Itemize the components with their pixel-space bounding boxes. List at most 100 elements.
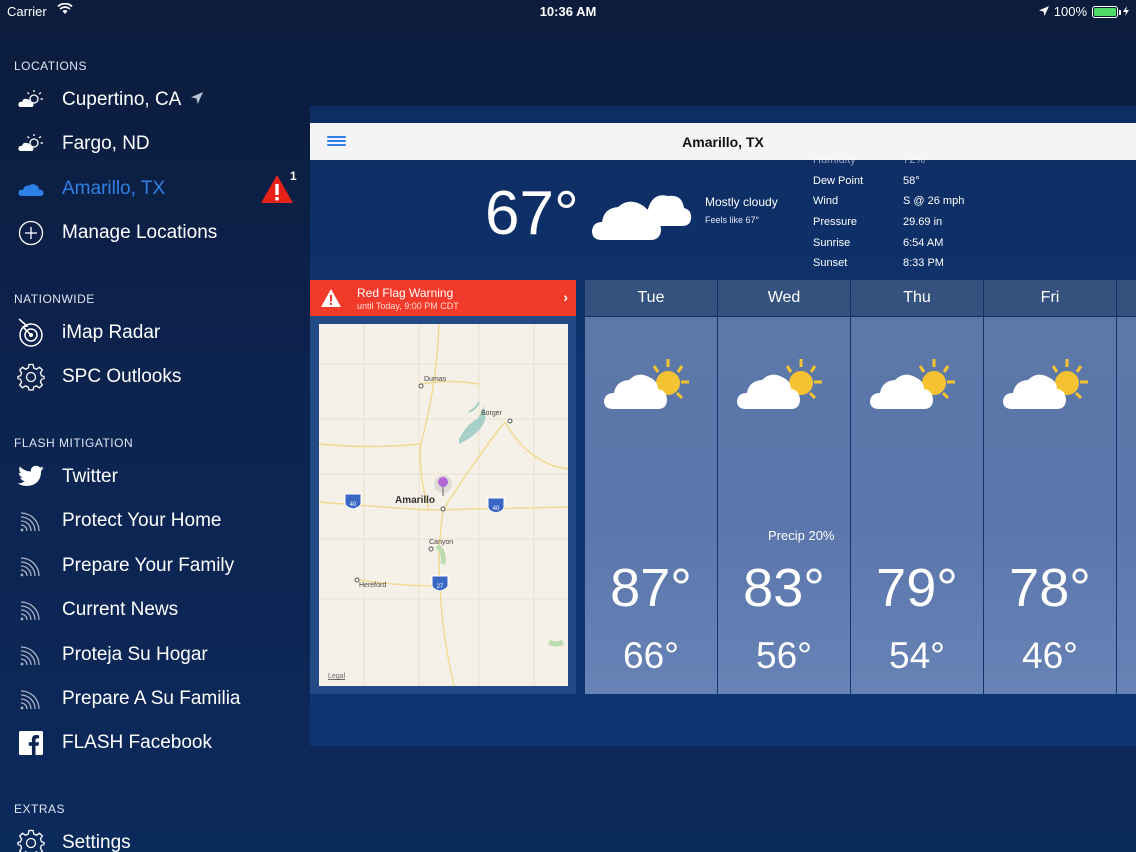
current-temperature: 67° — [485, 179, 579, 248]
forecast-day-column-partial[interactable] — [1117, 317, 1136, 694]
section-title-locations: LOCATIONS — [14, 59, 87, 73]
rss-icon — [15, 594, 47, 626]
forecast-day-column[interactable]: 79° 54° — [851, 317, 983, 694]
location-arrow-icon — [191, 91, 204, 109]
alert-subtitle: until Today, 9:00 PM CDT — [357, 300, 459, 311]
sidebar-item-proteja-su-hogar[interactable]: Proteja Su Hogar — [0, 635, 300, 675]
status-bar: Carrier 10:36 AM 100% — [0, 0, 1136, 22]
location-arrow-icon — [1038, 4, 1049, 19]
condition-text: Mostly cloudy — [705, 195, 778, 209]
sidebar-item-prepare-your-family[interactable]: Prepare Your Family — [0, 546, 300, 586]
sidebar-item-protect-your-home[interactable]: Protect Your Home — [0, 501, 300, 541]
detail-label: Humidity — [813, 154, 856, 166]
rss-icon — [15, 639, 47, 671]
forecast-panel: Tue Wed Thu Fri 87° 66° Precip 20% 83° 5… — [585, 280, 1136, 694]
forecast-low: 54° — [889, 635, 945, 676]
sidebar-item-label: Current News — [62, 599, 179, 620]
partly-cloudy-icon — [736, 355, 832, 420]
cloud-sun-icon — [15, 84, 47, 116]
map-town-label: Hereford — [359, 582, 387, 589]
sidebar-item-settings[interactable]: Settings — [0, 823, 300, 852]
map-town-label: Amarillo — [395, 495, 436, 506]
detail-label: Sunset — [813, 257, 848, 270]
map-legal-link[interactable]: Legal — [328, 673, 345, 680]
alert-count-badge: 1 — [290, 169, 297, 183]
sidebar: LOCATIONS Cupertino, CA Fargo, ND Amaril… — [0, 22, 310, 852]
sidebar-item-imap-radar[interactable]: iMap Radar — [0, 313, 300, 353]
sidebar-item-label: Twitter — [62, 466, 118, 487]
cloud-icon — [15, 173, 47, 205]
sidebar-item-prepare-a-su-familia[interactable]: Prepare A Su Familia — [0, 679, 300, 719]
page-title: Amarillo, TX — [682, 133, 764, 150]
red-flag-warning-banner[interactable]: Red Flag Warning until Today, 9:00 PM CD… — [310, 280, 576, 316]
alert-map[interactable]: 40 40 27 Dumas Borger Amarillo Canyon He… — [319, 324, 568, 686]
detail-label: Dew Point — [813, 174, 864, 187]
forecast-day-column[interactable]: 78° 46° — [984, 317, 1116, 694]
sidebar-item-label: FLASH Facebook — [62, 732, 212, 753]
detail-label: Pressure — [813, 216, 858, 229]
sidebar-item-twitter[interactable]: Twitter — [0, 457, 300, 497]
sidebar-item-label: Prepare Your Family — [62, 555, 235, 576]
forecast-low: 66° — [623, 635, 679, 676]
sidebar-item-spc-outlooks[interactable]: SPC Outlooks — [0, 357, 300, 397]
twitter-icon — [15, 461, 47, 493]
chevron-right-icon: › — [563, 289, 568, 305]
highway-shield-label: 27 — [437, 584, 444, 590]
battery-percent: 100% — [1053, 4, 1087, 19]
highway-shield-label: 40 — [493, 506, 500, 512]
gear-icon — [15, 361, 47, 393]
sidebar-item-amarillo[interactable]: Amarillo, TX 1 — [0, 169, 300, 209]
forecast-day-label: Tue — [585, 280, 717, 316]
map-town-label: Dumas — [424, 376, 447, 383]
map-town-label: Borger — [481, 410, 503, 417]
forecast-day-column[interactable]: Precip 20% 83° 56° — [718, 317, 850, 694]
warning-icon — [320, 288, 342, 308]
detail-value: 58° — [903, 174, 920, 187]
partly-cloudy-icon — [869, 355, 965, 420]
forecast-low: 56° — [756, 635, 812, 676]
radar-icon — [15, 317, 47, 349]
detail-value: 29.69 in — [903, 216, 943, 229]
highway-shield-label: 40 — [350, 502, 357, 508]
partly-cloudy-icon — [1002, 355, 1098, 420]
forecast-high: 83° — [743, 558, 825, 618]
sidebar-item-fargo[interactable]: Fargo, ND — [0, 124, 300, 164]
forecast-high: 87° — [610, 558, 692, 618]
sidebar-item-label: Prepare A Su Familia — [62, 688, 241, 709]
sidebar-item-flash-facebook[interactable]: FLASH Facebook — [0, 723, 300, 763]
gear-icon — [15, 827, 47, 852]
sidebar-item-cupertino[interactable]: Cupertino, CA — [0, 80, 300, 120]
rss-icon — [15, 683, 47, 715]
forecast-high: 79° — [876, 558, 958, 618]
map-frame: 40 40 27 Dumas Borger Amarillo Canyon He… — [310, 316, 576, 694]
weather-panel: Amarillo, TX 67° Mostly cloudy Feels lik… — [310, 106, 1136, 746]
clock: 10:36 AM — [539, 4, 597, 19]
detail-value: S @ 26 mph — [903, 195, 965, 208]
rss-icon — [15, 550, 47, 582]
forecast-day-column[interactable]: 87° 66° — [585, 317, 717, 694]
forecast-day-label-partial — [1117, 280, 1136, 316]
alert-title: Red Flag Warning — [357, 285, 454, 300]
partly-cloudy-icon — [603, 355, 699, 420]
sidebar-item-label: Cupertino, CA — [62, 89, 182, 110]
forecast-high: 78° — [1009, 558, 1091, 618]
section-title-extras: EXTRAS — [14, 802, 66, 816]
sidebar-item-manage-locations[interactable]: Manage Locations — [0, 213, 300, 253]
cloudy-icon — [590, 178, 692, 249]
forecast-day-label: Wed — [718, 280, 850, 316]
facebook-icon — [15, 727, 47, 759]
battery-icon — [1092, 5, 1121, 18]
sidebar-item-label: Amarillo, TX — [62, 178, 166, 199]
plus-circle-icon — [15, 217, 47, 249]
feels-like-text: Feels like 67° — [705, 215, 760, 225]
section-title-flash-mitigation: FLASH MITIGATION — [14, 436, 134, 450]
sidebar-item-label: Protect Your Home — [62, 510, 222, 531]
detail-value: 6:54 AM — [903, 236, 944, 249]
sidebar-item-label: SPC Outlooks — [62, 366, 182, 387]
rss-icon — [15, 505, 47, 537]
hamburger-menu-icon[interactable] — [327, 136, 346, 147]
sidebar-item-label: iMap Radar — [62, 322, 161, 343]
section-title-nationwide: NATIONWIDE — [14, 292, 95, 306]
sidebar-item-current-news[interactable]: Current News — [0, 590, 300, 630]
forecast-day-label: Fri — [984, 280, 1116, 316]
